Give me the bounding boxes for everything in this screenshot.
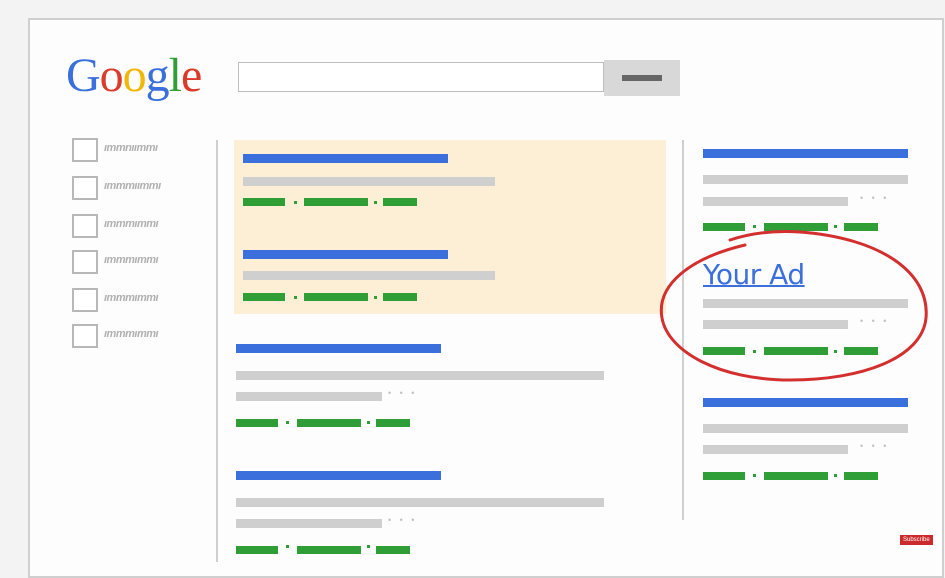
result-url[interactable]: [304, 293, 368, 301]
side-ad-snippet: [703, 175, 908, 184]
url-separator: [374, 296, 377, 299]
filter-item[interactable]: ımmmımmı: [72, 324, 182, 350]
ellipsis: • • •: [860, 316, 890, 326]
side-ad-url[interactable]: [844, 472, 878, 480]
filter-item[interactable]: ımmmımmı: [72, 214, 182, 240]
top-ads-highlight: [234, 140, 666, 314]
filter-label: ımmmıımmı: [104, 180, 161, 192]
result-url[interactable]: [297, 546, 361, 554]
your-ad-link[interactable]: Your Ad: [703, 258, 805, 291]
search-input[interactable]: [238, 62, 604, 92]
filter-item[interactable]: ımmmıımmı: [72, 176, 182, 202]
logo-letter: G: [66, 49, 101, 102]
ellipsis: • • •: [388, 388, 418, 398]
side-ad-snippet: [703, 424, 908, 433]
result-url[interactable]: [376, 419, 410, 427]
filter-item[interactable]: ımmmımmı: [72, 288, 182, 314]
logo-letter: o: [122, 49, 147, 102]
side-ad-snippet: [703, 299, 908, 308]
result-url[interactable]: [243, 198, 285, 206]
url-separator: [367, 421, 370, 424]
logo-letter: o: [99, 49, 124, 102]
filter-checkbox[interactable]: [72, 138, 98, 162]
search-button[interactable]: [604, 60, 680, 96]
url-separator: [834, 225, 837, 228]
url-separator: [294, 201, 297, 204]
url-separator: [834, 350, 837, 353]
url-separator: [294, 296, 297, 299]
result-url[interactable]: [236, 546, 278, 554]
subscribe-button[interactable]: Subscribe: [900, 535, 933, 545]
result-url[interactable]: [297, 419, 361, 427]
filter-label: ımmmımmı: [104, 254, 159, 266]
filter-item[interactable]: ımmnıımmı: [72, 138, 182, 164]
result-url[interactable]: [383, 293, 417, 301]
right-divider: [682, 140, 684, 520]
side-ad-title[interactable]: [703, 149, 908, 158]
result-title[interactable]: [243, 250, 448, 259]
ellipsis: • • •: [860, 193, 890, 203]
side-ad-snippet: [703, 197, 848, 206]
left-divider: [216, 140, 218, 562]
result-url[interactable]: [304, 198, 368, 206]
filter-checkbox[interactable]: [72, 250, 98, 274]
ellipsis: • • •: [388, 515, 418, 525]
side-ad-snippet: [703, 445, 848, 454]
side-ad-url[interactable]: [703, 472, 745, 480]
result-url[interactable]: [383, 198, 417, 206]
logo-letter: g: [145, 49, 170, 102]
result-snippet: [236, 392, 382, 401]
result-url[interactable]: [376, 546, 410, 554]
url-separator: [834, 474, 837, 477]
filter-checkbox[interactable]: [72, 214, 98, 238]
logo-letter: l: [168, 49, 182, 102]
url-separator: [286, 421, 289, 424]
filter-label: ımmmımmı: [104, 328, 159, 340]
result-url[interactable]: [236, 419, 278, 427]
result-snippet: [236, 498, 604, 507]
filter-checkbox[interactable]: [72, 324, 98, 348]
result-title[interactable]: [236, 344, 441, 353]
filter-label: ımmmımmı: [104, 292, 159, 304]
side-ad-title[interactable]: [703, 398, 908, 407]
result-snippet: [243, 271, 495, 280]
result-title[interactable]: [243, 154, 448, 163]
url-separator: [367, 545, 370, 548]
url-separator: [753, 350, 756, 353]
filter-item[interactable]: ımmmımmı: [72, 250, 182, 276]
side-ad-url[interactable]: [703, 347, 745, 355]
filter-label: ımmnıımmı: [104, 142, 158, 154]
side-ad-url[interactable]: [844, 347, 878, 355]
side-ad-url[interactable]: [844, 223, 878, 231]
result-url[interactable]: [243, 293, 285, 301]
url-separator: [374, 201, 377, 204]
side-ad-url[interactable]: [764, 347, 828, 355]
filter-checkbox[interactable]: [72, 288, 98, 312]
url-separator: [753, 225, 756, 228]
result-snippet: [243, 177, 495, 186]
url-separator: [753, 474, 756, 477]
result-snippet: [236, 519, 382, 528]
side-ad-url[interactable]: [703, 223, 745, 231]
side-ad-url[interactable]: [764, 223, 828, 231]
side-ad-snippet: [703, 320, 848, 329]
filter-label: ımmmımmı: [104, 218, 159, 230]
google-logo[interactable]: Google: [66, 49, 202, 102]
logo-letter: e: [181, 49, 202, 102]
side-ad-url[interactable]: [764, 472, 828, 480]
search-button-icon: [622, 75, 662, 81]
url-separator: [286, 545, 289, 548]
result-title[interactable]: [236, 471, 441, 480]
filter-checkbox[interactable]: [72, 176, 98, 200]
ellipsis: • • •: [860, 441, 890, 451]
result-snippet: [236, 371, 604, 380]
